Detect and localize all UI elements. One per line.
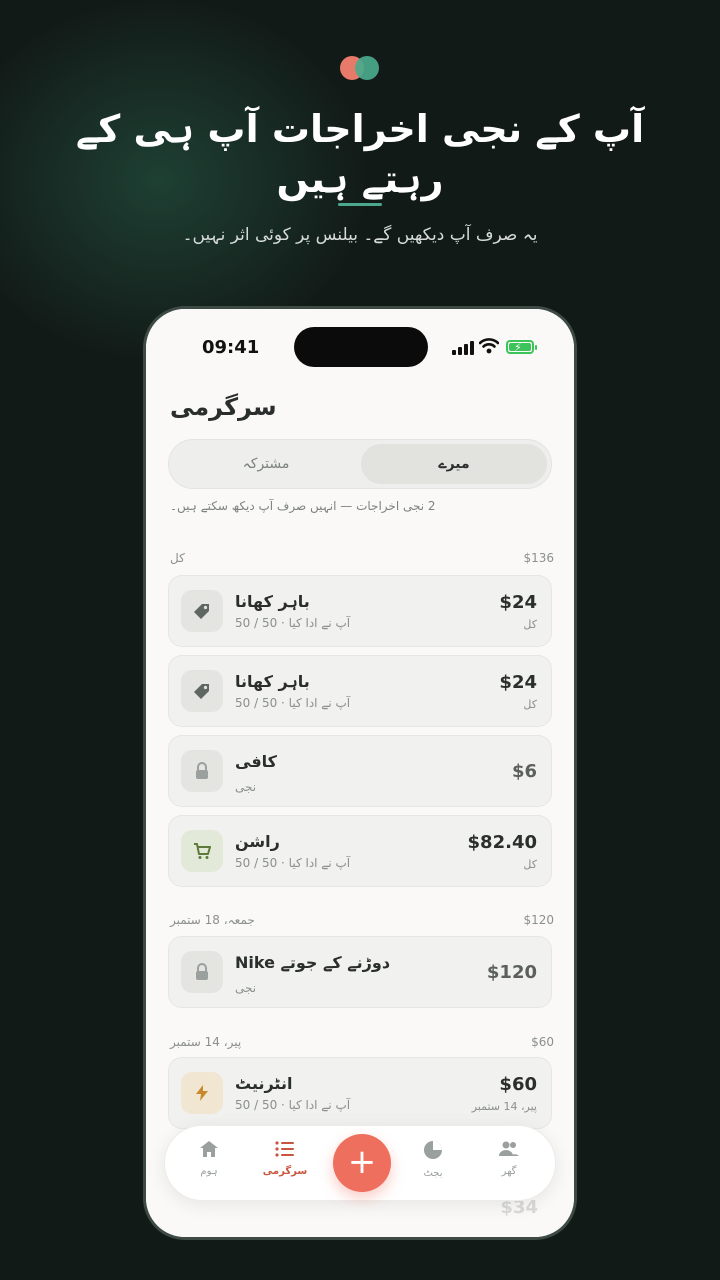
segmented-control: مشترکہ میرے xyxy=(168,439,552,489)
bottom-tab-bar: ہوم سرگرمی + بجٹ گھر xyxy=(164,1125,556,1201)
expense-date: پیر، 14 ستمبر xyxy=(471,1100,537,1113)
group-header: پیر، 14 ستمبر $60 xyxy=(170,1035,554,1053)
promo-headline: آپ کے نجی اخراجات آپ ہی کے رہتے ہیں xyxy=(75,107,645,201)
group-date: پیر، 14 ستمبر xyxy=(170,1035,242,1049)
expense-date: کل xyxy=(523,858,537,871)
tab-mine[interactable]: میرے xyxy=(361,444,547,484)
tab-budget[interactable]: بجٹ xyxy=(403,1140,463,1179)
expense-title: کافی xyxy=(235,752,277,771)
expense-amount: $24 xyxy=(499,592,537,613)
phone-frame: 09:41 ⚡ سرگرمی مشترکہ میرے 2 نجی اخراجات… xyxy=(143,306,577,1240)
tab-shared[interactable]: مشترکہ xyxy=(173,444,359,484)
expense-title: انٹرنیٹ xyxy=(235,1074,293,1093)
expense-title: باہر کھانا xyxy=(235,672,310,691)
wifi-icon xyxy=(479,338,499,354)
expense-amount: $24 xyxy=(499,672,537,693)
tag-icon xyxy=(181,590,223,632)
group-date: جمعہ، 18 ستمبر xyxy=(170,913,255,927)
expense-amount: $120 xyxy=(486,962,537,983)
expense-card[interactable]: کافی نجی $6 xyxy=(168,735,552,807)
expense-card[interactable]: راشن آپ نے ادا کیا · 50 / 50 $82.40 کل xyxy=(168,815,552,887)
expense-date: کل xyxy=(523,618,537,631)
home-icon xyxy=(200,1141,218,1157)
status-bar: 09:41 ⚡ xyxy=(146,309,574,379)
group-total: $136 xyxy=(523,551,554,565)
expense-amount: $6 xyxy=(511,761,537,782)
private-note: 2 نجی اخراجات — انہیں صرف آپ دیکھ سکتے ہ… xyxy=(170,499,436,513)
tag-icon xyxy=(181,670,223,712)
tab-activity[interactable]: سرگرمی xyxy=(255,1140,315,1177)
expense-title: دوڑنے کے جوتے Nike xyxy=(235,953,391,972)
expense-sub: آپ نے ادا کیا · 50 / 50 xyxy=(235,1098,351,1112)
page-title: سرگرمی xyxy=(170,393,277,421)
expense-amount: $82.40 xyxy=(467,832,537,853)
app-screen: 09:41 ⚡ سرگرمی مشترکہ میرے 2 نجی اخراجات… xyxy=(146,309,574,1237)
tab-label: سرگرمی xyxy=(262,1166,308,1177)
status-time: 09:41 xyxy=(202,337,260,358)
app-logo xyxy=(340,56,380,80)
lock-icon xyxy=(181,750,223,792)
expense-card[interactable]: باہر کھانا آپ نے ادا کیا · 50 / 50 $24 ک… xyxy=(168,575,552,647)
tab-label: گھر xyxy=(501,1166,517,1177)
expense-card[interactable]: دوڑنے کے جوتے Nike نجی $120 xyxy=(168,936,552,1008)
expense-sub: نجی xyxy=(235,981,257,995)
lock-icon xyxy=(181,951,223,993)
tab-label: ہوم xyxy=(200,1166,218,1177)
dynamic-island xyxy=(294,327,428,367)
expense-card[interactable]: باہر کھانا آپ نے ادا کیا · 50 / 50 $24 ک… xyxy=(168,655,552,727)
promo-subline: یہ صرف آپ دیکھیں گے۔ بیلنس پر کوئی اثر ن… xyxy=(182,225,538,245)
group-header: جمعہ، 18 ستمبر $120 xyxy=(170,913,554,931)
expense-amount: $60 xyxy=(499,1074,537,1095)
list-icon xyxy=(275,1141,294,1157)
tab-household[interactable]: گھر xyxy=(479,1140,539,1177)
tab-home[interactable]: ہوم xyxy=(179,1140,239,1177)
expense-sub: آپ نے ادا کیا · 50 / 50 xyxy=(235,696,351,710)
group-total: $120 xyxy=(523,913,554,927)
add-expense-button[interactable]: + xyxy=(333,1134,391,1192)
expense-sub: آپ نے ادا کیا · 50 / 50 xyxy=(235,856,351,870)
group-total: $60 xyxy=(531,1035,554,1049)
group-date: کل xyxy=(170,551,185,565)
signal-icon xyxy=(452,341,474,355)
pie-chart-icon xyxy=(424,1141,442,1159)
tab-label: بجٹ xyxy=(423,1168,443,1179)
cart-icon xyxy=(181,830,223,872)
expense-sub: آپ نے ادا کیا · 50 / 50 xyxy=(235,616,351,630)
people-icon xyxy=(499,1141,519,1156)
bolt-icon xyxy=(181,1072,223,1114)
expense-sub: نجی xyxy=(235,780,257,794)
battery-icon: ⚡ xyxy=(506,340,537,354)
group-header: کل $136 xyxy=(170,551,554,569)
expense-card[interactable]: انٹرنیٹ آپ نے ادا کیا · 50 / 50 $60 پیر،… xyxy=(168,1057,552,1129)
expense-title: باہر کھانا xyxy=(235,592,310,611)
logo-circle-green xyxy=(355,56,379,80)
headline-underline xyxy=(338,203,382,206)
expense-date: کل xyxy=(523,698,537,711)
expense-title: راشن xyxy=(235,832,280,851)
